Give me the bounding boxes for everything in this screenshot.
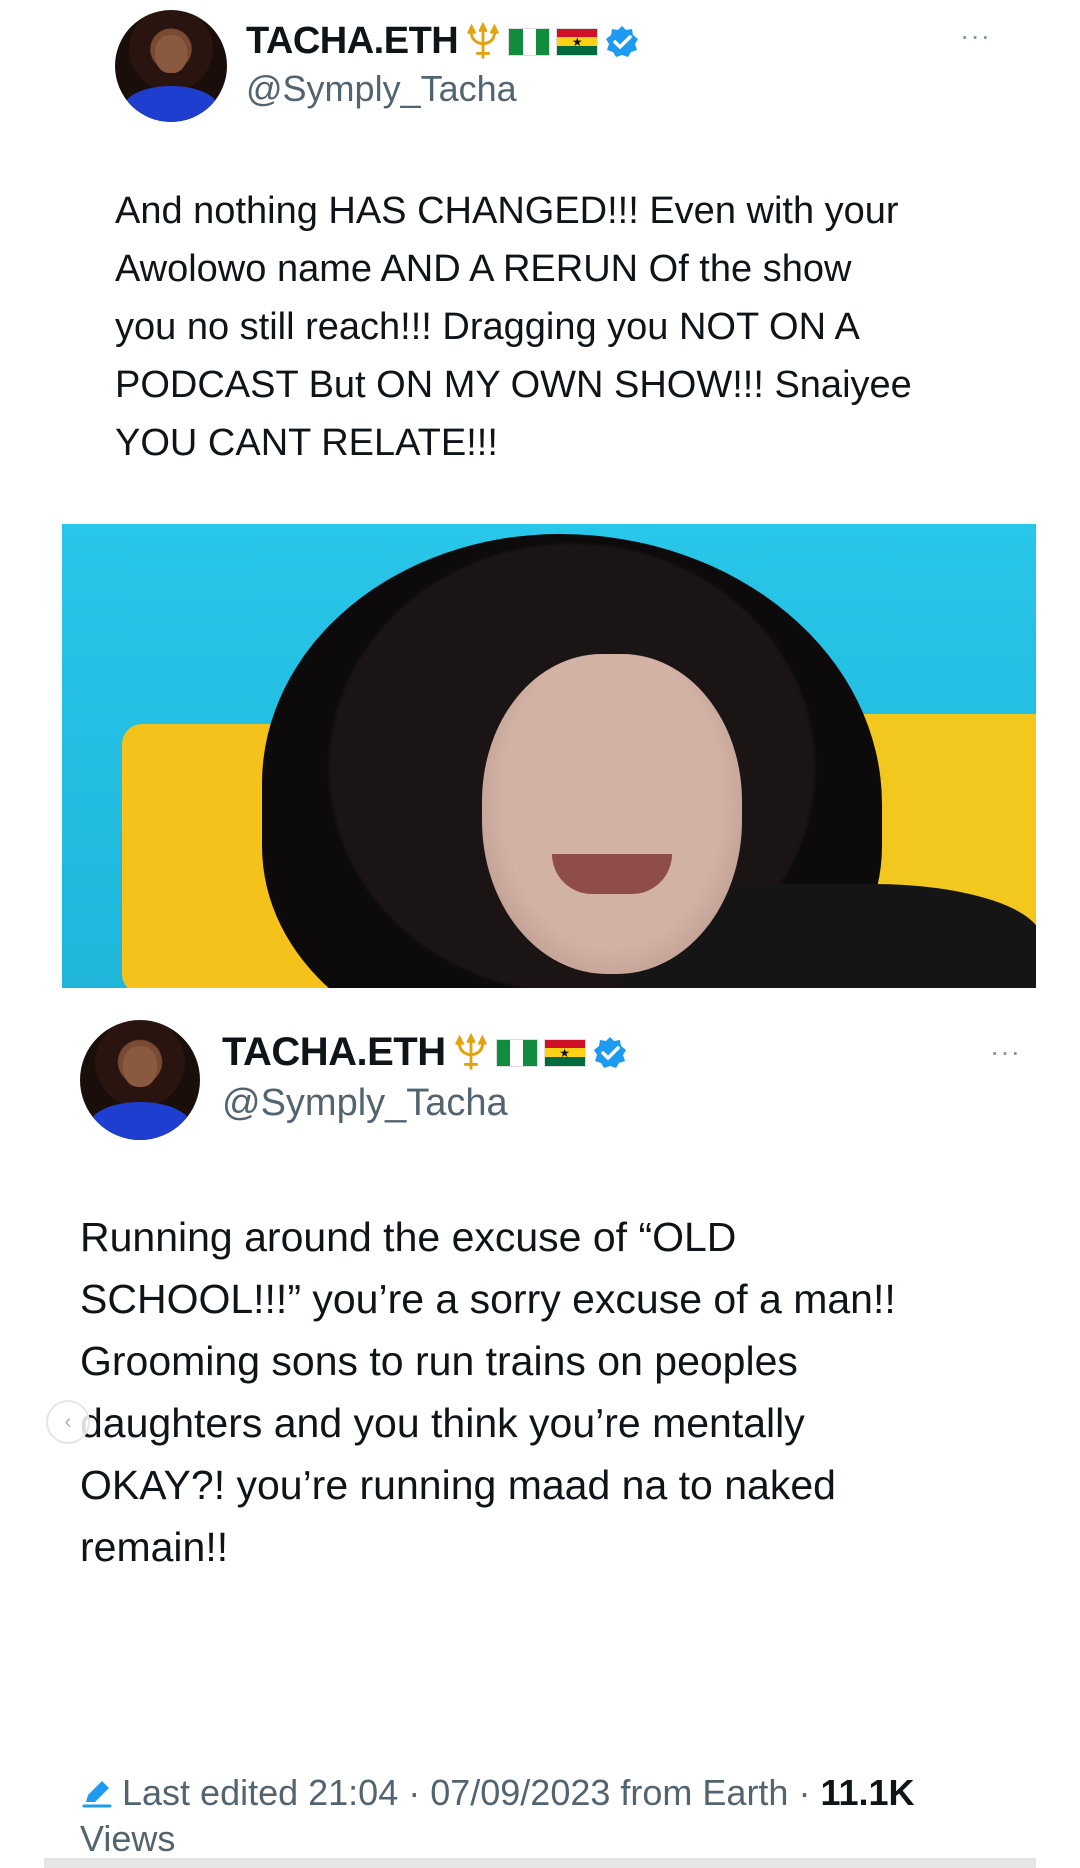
- verified-badge-icon: [606, 25, 639, 57]
- last-edited-timestamp[interactable]: Last edited 21:04 · 07/09/2023: [122, 1772, 610, 1813]
- avatar-face: [123, 1046, 157, 1088]
- views-count: 11.1K: [820, 1772, 915, 1813]
- bottom-divider: [44, 1858, 1036, 1868]
- author-handle[interactable]: @Symply_Tacha: [222, 1082, 508, 1125]
- avatar-dress: [89, 1101, 191, 1140]
- source-label: from Earth ·: [620, 1772, 811, 1813]
- face: [482, 654, 742, 974]
- avatar-face: [155, 34, 187, 73]
- trident-emoji-icon: [467, 21, 499, 59]
- ghana-flag-icon: ★: [543, 1038, 586, 1067]
- avatar[interactable]: [115, 10, 227, 122]
- author-name-row[interactable]: TACHA.ETH ★: [246, 20, 640, 63]
- author-name-row[interactable]: TACHA.ETH ★: [222, 1030, 628, 1075]
- tweet-text: And nothing HAS CHANGED!!! Even with you…: [115, 190, 912, 464]
- avatar-dress: [123, 86, 219, 122]
- trident-emoji-icon: [454, 1032, 487, 1070]
- more-options-icon[interactable]: ···: [960, 20, 991, 52]
- author-handle[interactable]: @Symply_Tacha: [246, 68, 517, 110]
- views-label: Views: [80, 1818, 176, 1859]
- more-options-icon[interactable]: ···: [990, 1036, 1021, 1068]
- nigeria-flag-icon: [508, 27, 551, 56]
- display-name[interactable]: TACHA.ETH: [246, 20, 459, 63]
- tweet-text: Running around the excuse of “OLD SCHOOL…: [80, 1214, 896, 1570]
- display-name[interactable]: TACHA.ETH: [222, 1030, 446, 1075]
- nigeria-flag-icon: [495, 1038, 538, 1067]
- edit-icon: [82, 1781, 112, 1808]
- tweet-media-image[interactable]: [62, 524, 1036, 988]
- verified-badge-icon: [593, 1036, 626, 1068]
- carousel-prev-button[interactable]: ‹: [46, 1400, 90, 1444]
- avatar[interactable]: [80, 1020, 200, 1140]
- tweet-meta: Last edited 21:04 · 07/09/2023 from Eart…: [80, 1770, 1030, 1862]
- ghana-flag-icon: ★: [556, 27, 599, 56]
- tweet-card-1: TACHA.ETH ★ @Symply_Tacha ··· And nothin…: [0, 0, 1080, 520]
